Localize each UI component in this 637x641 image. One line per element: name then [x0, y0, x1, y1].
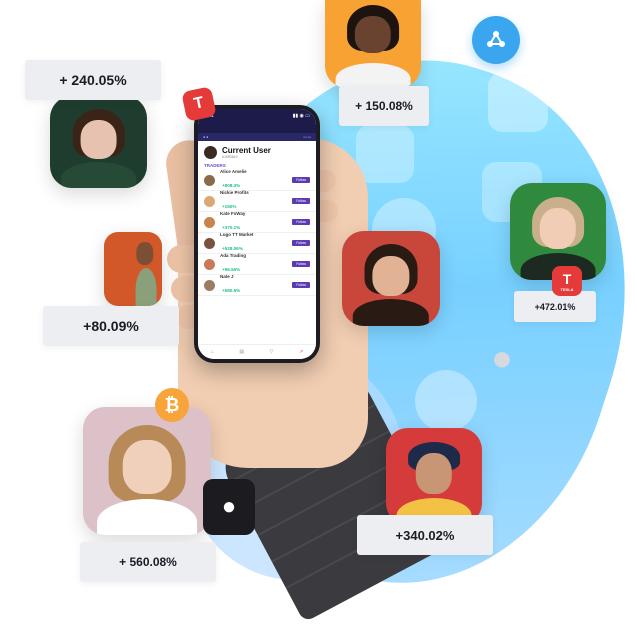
sub-bar-left: ● ● — [203, 135, 209, 139]
avatar[interactable] — [204, 237, 215, 249]
explore-icon[interactable]: ▽ — [270, 349, 274, 355]
phone: 9:41 ▮▮ ◉ ▭ ● ● ▭ ▭ Current User #198384… — [194, 105, 320, 363]
user-header: Current User #1983842 — [198, 141, 316, 159]
current-user-name: Current User — [222, 146, 271, 155]
trader-gain: +528.06% — [222, 245, 243, 251]
avatar[interactable] — [204, 279, 215, 291]
gain-value: + 240.05% — [59, 72, 127, 88]
avatar-woman-leaves — [50, 96, 147, 188]
trader-info: Nate J +580.5% — [220, 274, 292, 297]
trader-info: Ada Trading +96.55% — [220, 253, 292, 276]
avatar-woman-red-wall — [342, 231, 440, 326]
follow-button[interactable]: Follow — [292, 219, 310, 225]
follow-button[interactable]: Follow — [292, 282, 310, 288]
trader-row[interactable]: Kate FxWay +370.1% Follow — [198, 211, 316, 234]
trader-info: Kate FxWay +370.1% — [220, 211, 292, 234]
follow-button[interactable]: Follow — [292, 240, 310, 246]
gain-card: +340.02% — [357, 515, 493, 555]
avatar[interactable] — [204, 174, 215, 186]
avatar-man-glasses — [325, 0, 421, 88]
faded-logo-mid — [356, 125, 414, 183]
gain-card: +472.01% — [514, 291, 596, 322]
apple-icon: ● — [491, 337, 513, 378]
avatar[interactable] — [204, 146, 217, 159]
avatar[interactable] — [204, 195, 215, 207]
gain-card: + 240.05% — [25, 60, 161, 100]
faded-logo-top — [488, 72, 548, 132]
tesla-icon: T TESLA — [552, 266, 582, 296]
follow-button[interactable]: Follow — [292, 198, 310, 204]
tesla-label: TESLA — [560, 286, 574, 292]
avatar-man-orange-wall — [104, 232, 162, 306]
gain-card: +80.09% — [43, 306, 179, 346]
trader-row[interactable]: Nate J +580.5% Follow — [198, 274, 316, 297]
trader-gain: +808.3% — [222, 182, 241, 188]
trader-info: Nickie Profits +150% — [220, 190, 292, 213]
apple-icon: ● — [203, 479, 255, 535]
ripple-icon — [472, 16, 520, 64]
tab-bar: ⌂ ▤ ▽ ↗ — [198, 344, 316, 359]
trader-gain: +370.1% — [222, 224, 241, 230]
trader-info: Lugo TT Market +528.06% — [220, 232, 292, 255]
trader-row[interactable]: Lugo TT Market +528.06% Follow — [198, 232, 316, 255]
trader-gain: +96.55% — [222, 266, 241, 272]
home-icon[interactable]: ⌂ — [211, 349, 214, 355]
avatar[interactable] — [204, 216, 215, 228]
chart-icon[interactable]: ↗ — [299, 349, 303, 355]
avatar-man-cap — [386, 428, 482, 525]
trader-gain: +580.5% — [222, 287, 241, 293]
trader-row[interactable]: Nickie Profits +150% Follow — [198, 190, 316, 213]
gain-value: + 150.08% — [355, 99, 413, 113]
follow-button[interactable]: Follow — [292, 177, 310, 183]
gain-card: + 560.08% — [80, 542, 216, 582]
portfolio-icon[interactable]: ▤ — [239, 349, 244, 355]
phone-screen: 9:41 ▮▮ ◉ ▭ ● ● ▭ ▭ Current User #198384… — [198, 109, 316, 359]
gain-card: + 150.08% — [339, 86, 429, 126]
sub-bar: ● ● ▭ ▭ — [198, 133, 316, 141]
trader-info: Alice Amelie +808.3% — [220, 169, 292, 192]
trader-row[interactable]: Alice Amelie +808.3% Follow — [198, 169, 316, 192]
avatar-woman-curly — [83, 407, 211, 535]
traders-list: Alice Amelie +808.3% Follow Nickie Profits +… — [198, 169, 316, 297]
trader-gain: +150% — [222, 203, 237, 209]
gain-value: +472.01% — [534, 301, 576, 312]
trader-row[interactable]: Ada Trading +96.55% Follow — [198, 253, 316, 276]
faded-logo-twitter — [415, 370, 477, 432]
gain-value: +340.02% — [395, 527, 455, 543]
status-bar: 9:41 ▮▮ ◉ ▭ — [198, 109, 316, 133]
follow-button[interactable]: Follow — [292, 261, 310, 267]
signal-icon: ▮▮ ◉ ▭ — [292, 113, 310, 119]
bitcoin-icon: ₿ — [155, 388, 189, 422]
user-id: #1983842 — [222, 155, 238, 159]
sub-bar-right: ▭ ▭ — [303, 135, 311, 139]
gain-value: + 560.08% — [119, 555, 177, 569]
avatar[interactable] — [204, 258, 215, 270]
gain-value: +80.09% — [83, 318, 139, 334]
